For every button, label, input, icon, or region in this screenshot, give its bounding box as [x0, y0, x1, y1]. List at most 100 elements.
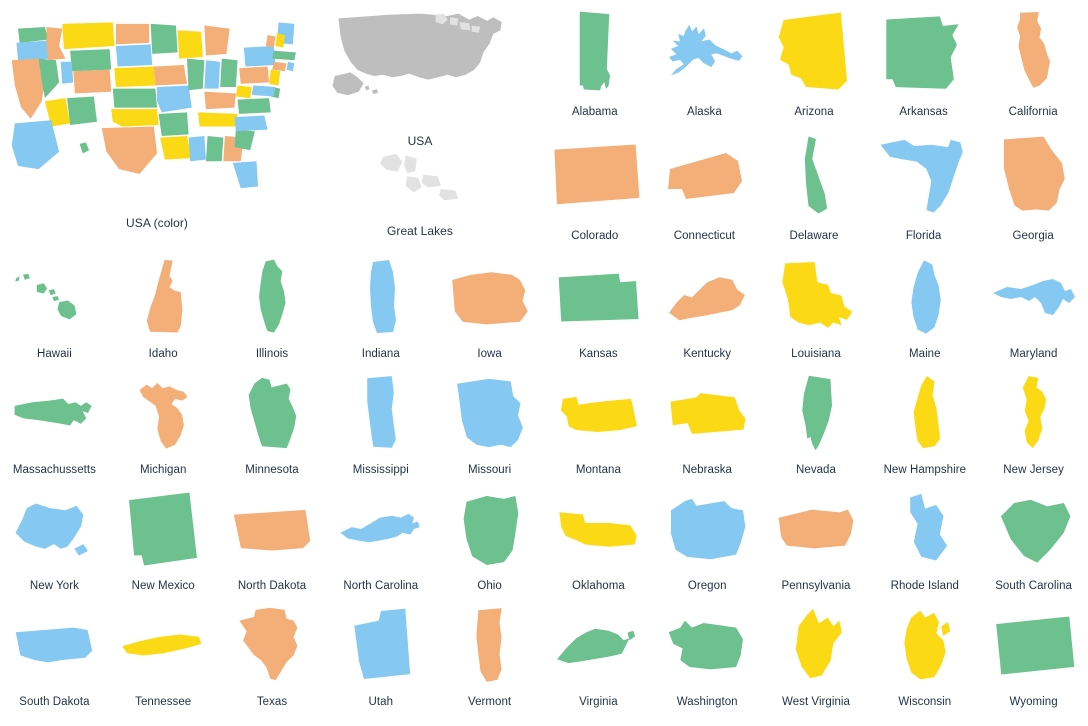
state-cell-nevada[interactable]: Nevada	[762, 366, 871, 482]
usa-map-state-nd[interactable]	[115, 23, 150, 45]
state-cell-kentucky[interactable]: Kentucky	[653, 250, 762, 366]
state-cell-washington[interactable]: Washington	[653, 598, 762, 714]
state-cell-pennsylvania[interactable]: Pennsylvania	[762, 482, 871, 598]
state-cell-kansas[interactable]: Kansas	[544, 250, 653, 366]
state-cell-arizona[interactable]: Arizona	[759, 0, 869, 124]
usa-map-state-ak[interactable]	[11, 120, 60, 170]
state-cell-virginia[interactable]: Virginia	[544, 598, 653, 714]
usa-map-state-ne[interactable]	[114, 66, 156, 88]
state-cell-tennessee[interactable]: Tennessee	[109, 598, 218, 714]
great-lake-4	[421, 174, 441, 188]
state-cell-south-carolina[interactable]: South Carolina	[979, 482, 1088, 598]
usa-map-state-ks[interactable]	[112, 88, 157, 108]
usa-map-state-ok[interactable]	[111, 109, 159, 127]
state-cell-california[interactable]: California	[978, 0, 1088, 124]
state-cell-florida[interactable]: Florida	[869, 124, 979, 248]
usa-map-state-oh[interactable]	[220, 58, 238, 88]
state-cell-michigan[interactable]: Michigan	[109, 366, 218, 482]
usa-map-state-ar[interactable]	[158, 112, 189, 136]
usa-map-state-ny[interactable]	[243, 46, 276, 67]
state-cell-colorado[interactable]: Colorado	[540, 124, 650, 248]
usa-map-state-tn[interactable]	[198, 112, 238, 127]
state-shape-icon-north-dakota	[218, 482, 327, 576]
state-cell-ohio[interactable]: Ohio	[435, 482, 544, 598]
usa-map-state-mi[interactable]	[204, 25, 230, 56]
state-cell-vermont[interactable]: Vermont	[435, 598, 544, 714]
state-cell-oklahoma[interactable]: Oklahoma	[544, 482, 653, 598]
state-cell-oregon[interactable]: Oregon	[653, 482, 762, 598]
state-cell-north-dakota[interactable]: North Dakota	[218, 482, 327, 598]
state-cell-texas[interactable]: Texas	[218, 598, 327, 714]
state-cell-nebraska[interactable]: Nebraska	[653, 366, 762, 482]
usa-map-state-nc[interactable]	[234, 115, 268, 132]
state-cell-minnesota[interactable]: Minnesota	[218, 366, 327, 482]
usa-map-state-md[interactable]	[251, 85, 276, 97]
usa-map-state-id[interactable]	[46, 27, 66, 61]
usa-map-state-nj[interactable]	[269, 69, 281, 86]
state-cell-new-york[interactable]: New York	[0, 482, 109, 598]
usa-map-state-ms[interactable]	[188, 136, 206, 162]
usa-map-state-pa[interactable]	[239, 66, 270, 84]
state-cell-rhode-island[interactable]: Rhode Island	[870, 482, 979, 598]
usa-map-state-sd[interactable]	[115, 44, 153, 67]
state-cell-maryland[interactable]: Maryland	[979, 250, 1088, 366]
usa-map-state-co[interactable]	[73, 69, 112, 94]
usa-map-state-ut[interactable]	[60, 61, 74, 84]
usa-map-state-wi[interactable]	[177, 30, 203, 59]
usa-map-state-wv[interactable]	[235, 85, 252, 99]
state-cell-maine[interactable]: Maine	[870, 250, 979, 366]
state-cell-montana[interactable]: Montana	[544, 366, 653, 482]
state-cell-illinois[interactable]: Illinois	[218, 250, 327, 366]
state-cell-south-dakota[interactable]: South Dakota	[0, 598, 109, 714]
usa-map-state-tx[interactable]	[101, 126, 157, 174]
usa-map-state-ky[interactable]	[204, 91, 236, 110]
usa-map-state-in[interactable]	[204, 60, 221, 89]
usa-map-state-or[interactable]	[16, 40, 52, 61]
great-lakes-cell[interactable]: Great Lakes	[320, 152, 520, 247]
state-cell-new-hampshire[interactable]: New Hampshire	[870, 366, 979, 482]
usa-map-state-il[interactable]	[187, 58, 205, 91]
usa-map-state-al[interactable]	[205, 136, 224, 162]
usa-map-state-wy[interactable]	[70, 49, 112, 72]
state-cell-arkansas[interactable]: Arkansas	[869, 0, 979, 124]
usa-map-state-vt[interactable]	[265, 34, 276, 48]
state-cell-delaware[interactable]: Delaware	[759, 124, 869, 248]
usa-map-state-ri[interactable]	[286, 61, 295, 72]
state-cell-massachussetts[interactable]: Massachussetts	[0, 366, 109, 482]
usa-map-state-va[interactable]	[237, 98, 271, 114]
state-cell-west-virginia[interactable]: West Virginia	[762, 598, 871, 714]
usa-map-state-ct[interactable]	[272, 61, 287, 72]
usa-map-state-wa[interactable]	[18, 27, 49, 43]
state-cell-alaska[interactable]: Alaska	[650, 0, 760, 124]
state-cell-connecticut[interactable]: Connecticut	[650, 124, 760, 248]
state-cell-north-carolina[interactable]: North Carolina	[326, 482, 435, 598]
usa-map-state-ma[interactable]	[272, 50, 296, 61]
state-cell-indiana[interactable]: Indiana	[326, 250, 435, 366]
state-cell-utah[interactable]: Utah	[326, 598, 435, 714]
state-cell-new-jersey[interactable]: New Jersey	[979, 366, 1088, 482]
usa-gray-map-cell[interactable]: USA	[320, 6, 520, 156]
state-cell-iowa[interactable]: Iowa	[435, 250, 544, 366]
state-cell-missouri[interactable]: Missouri	[435, 366, 544, 482]
usa-map-state-mt[interactable]	[62, 22, 115, 50]
state-cell-alabama[interactable]: Alabama	[540, 0, 650, 124]
usa-map-state-fl[interactable]	[232, 161, 259, 189]
usa-map-state-la[interactable]	[160, 136, 192, 160]
state-cell-wyoming[interactable]: Wyoming	[979, 598, 1088, 714]
state-cell-georgia[interactable]: Georgia	[978, 124, 1088, 248]
usa-map-state-hi[interactable]	[79, 142, 90, 154]
usa-map-state-mo[interactable]	[157, 85, 192, 113]
state-cell-hawaii[interactable]: Hawaii	[0, 250, 109, 366]
usa-map-state-nm[interactable]	[67, 96, 97, 125]
state-shape-icon-delaware	[759, 124, 869, 226]
state-cell-mississippi[interactable]: Mississippi	[326, 366, 435, 482]
state-cell-louisiana[interactable]: Louisiana	[762, 250, 871, 366]
usa-map-state-ia[interactable]	[153, 64, 187, 86]
usa-color-map-cell[interactable]: USA (color)	[4, 6, 310, 244]
usa-map-state-sc[interactable]	[234, 129, 255, 151]
usa-map-state-nh[interactable]	[275, 33, 285, 48]
usa-map-state-mn[interactable]	[150, 23, 178, 54]
state-cell-new-mexico[interactable]: New Mexico	[109, 482, 218, 598]
state-cell-wisconsin[interactable]: Wisconsin	[870, 598, 979, 714]
state-cell-idaho[interactable]: Idaho	[109, 250, 218, 366]
